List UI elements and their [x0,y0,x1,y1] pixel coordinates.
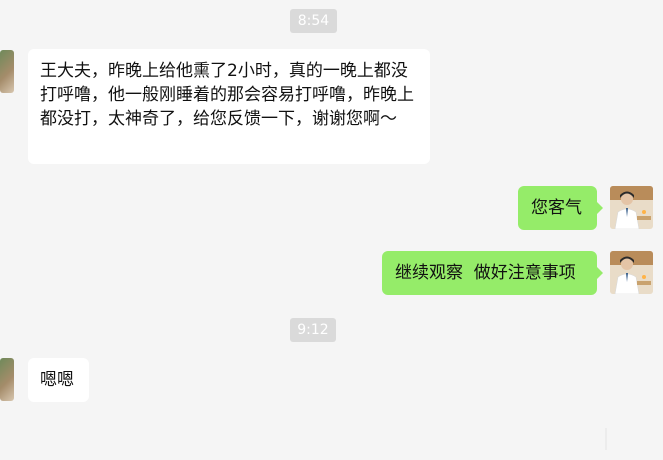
message-bubble-sent[interactable]: 您客气 [518,186,603,230]
message-bubble-received[interactable]: 王大夫，昨晚上给他熏了2小时，真的一晚上都没打呼噜，他一般刚睡着的那会容易打呼噜… [28,49,430,164]
message-bubble-received[interactable]: 嗯嗯 [28,358,89,402]
timestamp: 8:54 [290,9,337,33]
doctor-avatar-icon[interactable] [610,251,653,294]
scrollbar-hint [605,428,607,450]
contact-avatar-icon[interactable] [0,50,14,93]
chat-window: 8:54 王大夫，昨晚上给他熏了2小时，真的一晚上都没打呼噜，他一般刚睡着的那会… [0,0,663,460]
doctor-avatar-icon[interactable] [610,186,653,229]
message-bubble-sent[interactable]: 继续观察 做好注意事项 [382,251,603,295]
timestamp: 9:12 [290,318,336,342]
contact-avatar-icon[interactable] [0,358,14,401]
